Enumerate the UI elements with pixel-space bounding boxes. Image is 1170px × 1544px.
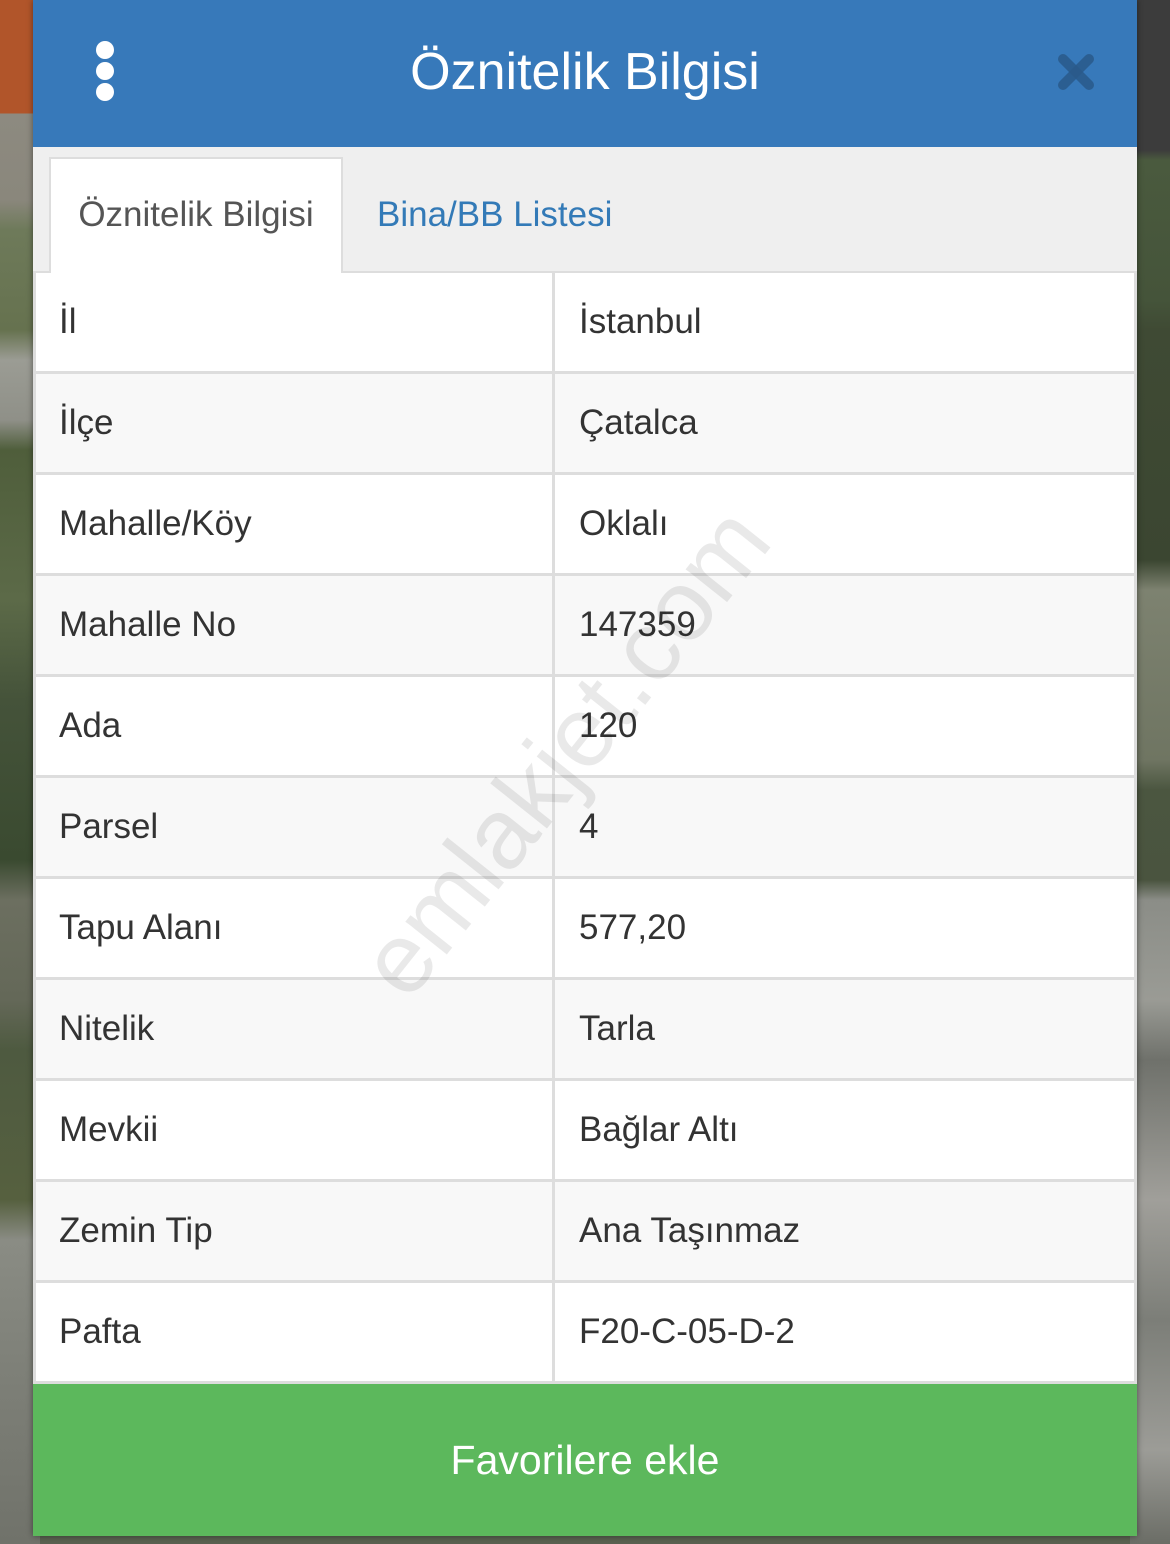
close-icon-glyph xyxy=(1058,54,1094,90)
attribute-row: Zemin Tip Ana Taşınmaz xyxy=(33,1182,1137,1283)
attribute-row: Mahalle/Köy Oklalı xyxy=(33,475,1137,576)
attribute-value: 577,20 xyxy=(579,908,687,947)
menu-dot xyxy=(96,62,114,80)
attribute-label: İlçe xyxy=(36,374,555,472)
modal-header: Öznitelik Bilgisi xyxy=(33,0,1137,147)
attribute-value: Tarla xyxy=(579,1009,655,1048)
attribute-label: Pafta xyxy=(36,1283,555,1381)
attribute-row: Nitelik Tarla xyxy=(33,980,1137,1081)
menu-dot xyxy=(96,83,114,101)
tab-building-list[interactable]: Bina/BB Listesi xyxy=(343,157,612,273)
attribute-row: Ada 120 xyxy=(33,677,1137,778)
attribute-label: Nitelik xyxy=(36,980,555,1078)
attribute-label: Mahalle/Köy xyxy=(36,475,555,573)
attribute-value: Çatalca xyxy=(579,403,698,442)
attribute-row: Pafta F20-C-05-D-2 xyxy=(33,1283,1137,1384)
attribute-value: Ana Taşınmaz xyxy=(579,1211,801,1250)
modal-title: Öznitelik Bilgisi xyxy=(410,43,760,101)
attribute-row: İl İstanbul xyxy=(33,273,1137,374)
attribute-label: Mahalle No xyxy=(36,576,555,674)
tab-bar: Öznitelik Bilgisi Bina/BB Listesi xyxy=(33,147,1137,273)
attribute-value: Oklalı xyxy=(579,504,669,543)
kebab-menu-icon[interactable] xyxy=(89,36,121,108)
attribute-value: 120 xyxy=(579,706,638,745)
tab-attribute-info[interactable]: Öznitelik Bilgisi xyxy=(49,157,343,273)
close-icon[interactable] xyxy=(1055,51,1097,93)
attribute-value: Bağlar Altı xyxy=(579,1110,739,1149)
attribute-label: Ada xyxy=(36,677,555,775)
attribute-value: F20-C-05-D-2 xyxy=(579,1312,795,1351)
attribute-label: İl xyxy=(36,273,555,371)
attribute-value: 4 xyxy=(579,807,599,846)
attribute-value: 147359 xyxy=(579,605,696,644)
menu-dot xyxy=(96,41,114,59)
attribute-row: Tapu Alanı 577,20 xyxy=(33,879,1137,980)
attribute-value: İstanbul xyxy=(579,302,702,341)
attribute-label: Mevkii xyxy=(36,1081,555,1179)
attribute-row: Parsel 4 xyxy=(33,778,1137,879)
attribute-row: Mahalle No 147359 xyxy=(33,576,1137,677)
attribute-label: Zemin Tip xyxy=(36,1182,555,1280)
add-to-favorites-button[interactable]: Favorilere ekle xyxy=(33,1384,1137,1536)
attribute-info-modal: Öznitelik Bilgisi Öznitelik Bilgisi Bina… xyxy=(33,0,1137,1536)
attribute-label: Tapu Alanı xyxy=(36,879,555,977)
attribute-row: Mevkii Bağlar Altı xyxy=(33,1081,1137,1182)
attribute-row: İlçe Çatalca xyxy=(33,374,1137,475)
attribute-table: İl İstanbul İlçe Çatalca Mahalle/Köy Okl… xyxy=(33,273,1137,1384)
attribute-label: Parsel xyxy=(36,778,555,876)
